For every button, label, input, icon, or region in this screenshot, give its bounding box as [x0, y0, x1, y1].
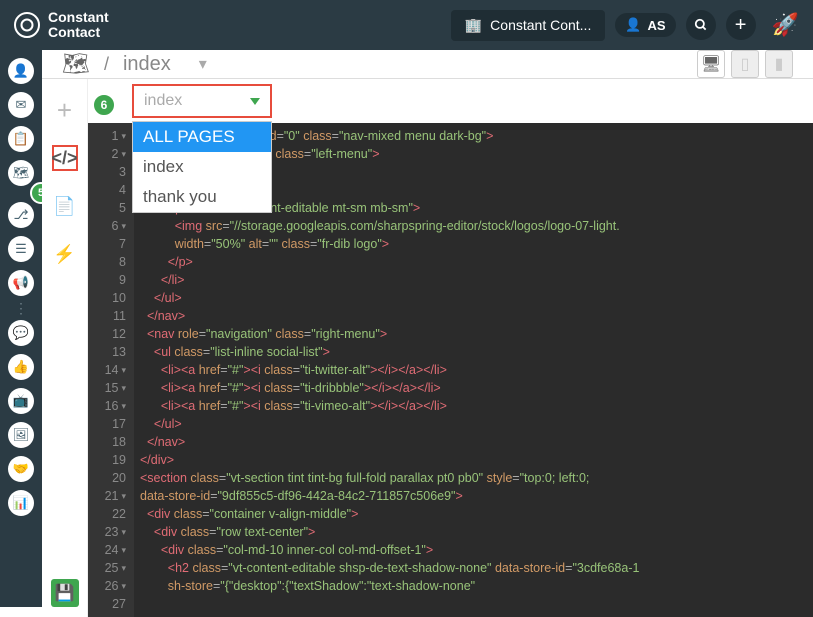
editor-tool-column: + </> 📄 ⚡ 💾 [42, 79, 88, 617]
rail-contacts-icon[interactable]: 👤 [8, 58, 34, 84]
workspace-switcher[interactable]: 🏢 Constant Cont... [451, 10, 606, 41]
page-option-thankyou[interactable]: thank you [133, 182, 271, 212]
rail-mail-icon[interactable]: ✉ [8, 92, 34, 118]
main-content: 🗺 / index ▾ 🖥 ▯ ▮ + </> 📄 ⚡ 💾 6 index [42, 50, 813, 607]
rail-chat-icon[interactable]: 💬 [8, 320, 34, 346]
rail-handshake-icon[interactable]: 🤝 [8, 456, 34, 482]
rail-list-icon[interactable]: ☰ [8, 236, 34, 262]
code-gutter: 1 ▾2 ▾3 4 5 6 ▾7 8 9 10 11 12 13 14 ▾15 … [88, 123, 134, 617]
left-nav-rail: 👤 ✉ 📋 🗺 5 ⎇ ☰ 📢 ⋮ 💬 👍 📺 🖼 🤝 📊 [0, 50, 42, 607]
device-mobile[interactable]: ▮ [765, 50, 793, 78]
device-preview-group: 🖥 ▯ ▮ [697, 50, 793, 78]
brand-logo[interactable]: Constant Contact [14, 10, 109, 39]
save-button[interactable]: 💾 [51, 579, 79, 607]
breadcrumb-separator: / [104, 54, 109, 75]
file-icon[interactable]: 📄 [52, 193, 78, 219]
page-dropdown[interactable]: index [132, 84, 272, 118]
pages-icon[interactable]: 🗺 [62, 51, 90, 77]
rail-branch-icon[interactable]: ⎇ [8, 202, 34, 228]
user-icon: 👤 [625, 17, 641, 33]
rocket-icon[interactable]: 🚀 [772, 12, 799, 38]
rail-divider: ⋮ [14, 306, 28, 310]
app-header: Constant Contact 🏢 Constant Cont... 👤 AS… [0, 0, 813, 50]
page-option-all[interactable]: ALL PAGES [133, 122, 271, 152]
add-section-button[interactable]: + [52, 97, 78, 123]
bolt-icon[interactable]: ⚡ [52, 241, 78, 267]
user-menu[interactable]: 👤 AS [615, 13, 675, 37]
rail-clipboard-icon[interactable]: 📋 [8, 126, 34, 152]
rail-like-icon[interactable]: 👍 [8, 354, 34, 380]
rail-analytics-icon[interactable]: 📊 [8, 490, 34, 516]
logo-icon [14, 12, 40, 38]
device-tablet[interactable]: ▯ [731, 50, 759, 78]
add-button[interactable]: + [726, 10, 756, 40]
rail-megaphone-icon[interactable]: 📢 [8, 270, 34, 296]
building-icon: 🏢 [465, 17, 482, 34]
page-option-index[interactable]: index [133, 152, 271, 182]
breadcrumb-page[interactable]: index [123, 53, 171, 76]
code-view-button[interactable]: </> [52, 145, 78, 171]
rail-image-icon[interactable]: 🖼 [8, 422, 34, 448]
breadcrumb-bar: 🗺 / index ▾ 🖥 ▯ ▮ [42, 50, 813, 79]
search-button[interactable] [686, 10, 716, 40]
chevron-down-icon [250, 98, 260, 105]
page-select-row: 6 index ALL PAGES index thank you [88, 79, 813, 123]
page-dropdown-label: index [144, 92, 182, 110]
workspace-label: Constant Cont... [490, 17, 591, 33]
breadcrumb-caret-icon[interactable]: ▾ [199, 54, 207, 74]
brand-text: Constant Contact [48, 10, 109, 39]
rail-tv-icon[interactable]: 📺 [8, 388, 34, 414]
rail-map-icon[interactable]: 🗺 [8, 160, 34, 186]
page-dropdown-menu: ALL PAGES index thank you [132, 121, 272, 213]
user-initials: AS [648, 18, 666, 33]
step-badge-6: 6 [92, 93, 116, 117]
device-desktop[interactable]: 🖥 [697, 50, 725, 78]
editor-panel: 6 index ALL PAGES index thank you 1 ▾2 ▾… [88, 79, 813, 617]
